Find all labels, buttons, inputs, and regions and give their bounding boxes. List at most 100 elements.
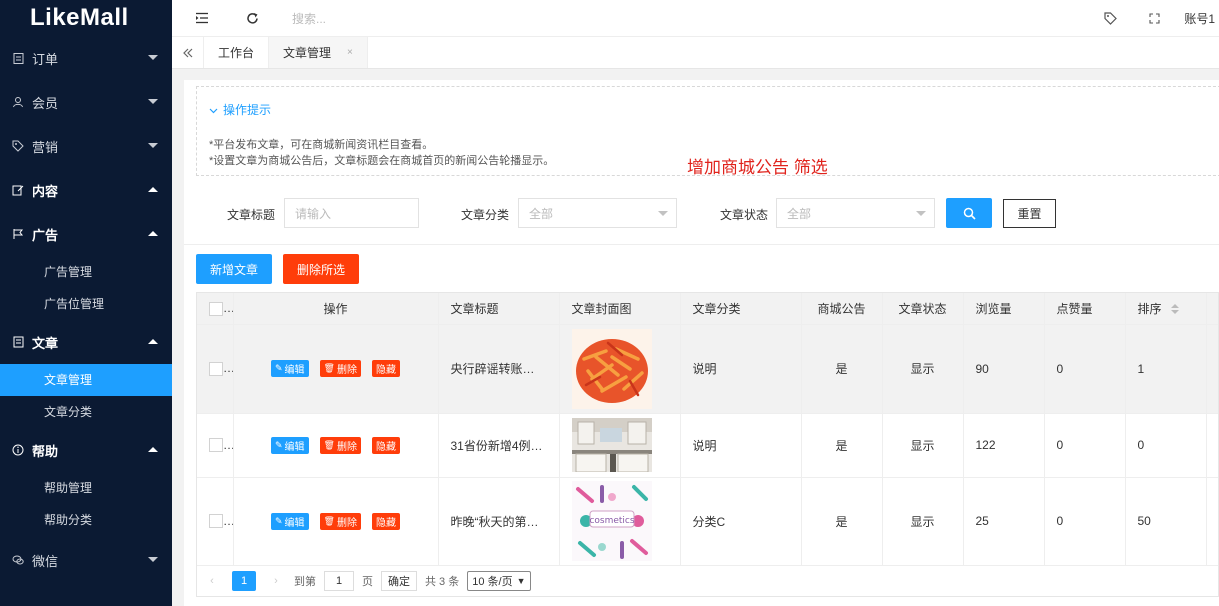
goto-prefix: 到第: [294, 576, 316, 588]
row-checkbox[interactable]: [209, 514, 223, 529]
select-all-checkbox[interactable]: [209, 301, 223, 316]
topbar-right: 账号1: [1088, 0, 1219, 36]
hide-button[interactable]: 隐藏: [371, 512, 400, 530]
top-search-input[interactable]: 搜索...: [292, 10, 326, 27]
sidebar-subitem-help-manage[interactable]: 帮助管理: [0, 472, 172, 504]
reset-button[interactable]: 重置: [1003, 199, 1056, 228]
add-article-button[interactable]: 新增文章: [196, 254, 273, 284]
tab-article-manage[interactable]: 文章管理 ×: [269, 37, 368, 68]
sidebar-item-members[interactable]: 会员: [0, 80, 172, 124]
goto-page-input[interactable]: 1: [324, 571, 354, 591]
sort-icon[interactable]: [1170, 303, 1179, 317]
tips-text: *平台发布文章，可在商城新闻资讯栏目查看。 *设置文章为商城公告后，文章标题会在…: [209, 137, 554, 169]
caret-down-icon: [148, 99, 158, 104]
views-cell: 90: [963, 324, 1045, 414]
pencil-icon: ✎: [275, 515, 283, 526]
sidebar-subitem-ad-position[interactable]: 广告位管理: [0, 288, 172, 320]
menu-fold-icon[interactable]: [182, 0, 222, 36]
likes-cell: 0: [1044, 413, 1126, 478]
overflow-cell: [1206, 477, 1218, 566]
notice-cell: 是: [801, 413, 883, 478]
column-header: 浏览量: [963, 293, 1045, 325]
sidebar-item-wechat[interactable]: 微信: [0, 538, 172, 582]
sort-column-header[interactable]: 排序: [1125, 293, 1207, 325]
caret-up-icon: [148, 231, 158, 236]
caret-down-icon: [916, 211, 926, 216]
column-header: 文章状态: [882, 293, 964, 325]
edit-icon: [12, 184, 24, 196]
tips-toggle[interactable]: 操作提示: [209, 101, 271, 118]
edit-label: 编辑: [284, 365, 305, 376]
sidebar-item-label: 帮助: [32, 443, 59, 459]
status-filter-label: 文章状态: [720, 208, 769, 222]
refresh-icon[interactable]: [232, 0, 272, 36]
cover-cell: cosmetics: [559, 477, 681, 566]
sidebar-item-help[interactable]: 帮助: [0, 428, 172, 472]
edit-button[interactable]: ✎ 编辑: [271, 436, 309, 454]
sidebar-item-ads[interactable]: 广告: [0, 212, 172, 256]
column-header-overflow: [1206, 293, 1218, 325]
tag-icon[interactable]: [1088, 0, 1132, 36]
delete-label: 删除: [336, 365, 357, 376]
caret-down-icon: [148, 55, 158, 60]
overflow-cell: [1206, 324, 1218, 414]
column-header: 文章分类: [680, 293, 802, 325]
sidebar-item-orders[interactable]: 订单: [0, 36, 172, 80]
fullscreen-icon[interactable]: [1132, 0, 1176, 36]
close-icon[interactable]: ×: [347, 47, 353, 58]
column-header: 文章标题: [438, 293, 560, 325]
caret-up-icon: [148, 447, 158, 452]
caret-up-icon: [148, 339, 158, 344]
sidebar-subitem-ad-manage[interactable]: 广告管理: [0, 256, 172, 288]
sidebar-item-articles[interactable]: 文章: [0, 320, 172, 364]
status-filter-select[interactable]: 全部: [776, 198, 935, 228]
cover-cell: [559, 413, 681, 478]
hide-button[interactable]: 隐藏: [371, 360, 400, 377]
select-all-cell: [197, 293, 234, 325]
sidebar-item-marketing[interactable]: 营销: [0, 124, 172, 168]
current-page[interactable]: 1: [232, 571, 256, 591]
goto-confirm-button[interactable]: 确定: [381, 571, 417, 591]
views-cell: 122: [963, 413, 1045, 478]
table-header-row: 操作 文章标题 文章封面图 文章分类 商城公告 文章状态 浏览量 点赞量 排序: [197, 293, 1218, 325]
edit-button[interactable]: ✎ 编辑: [271, 360, 309, 377]
chevron-down-icon: ▼: [516, 576, 526, 586]
sidebar-subitem-article-manage[interactable]: 文章管理: [0, 364, 172, 396]
table-row: ✎ 编辑 🗑 删除 隐藏 31省份新增4例… 说明 是 显示 122 0 0: [197, 413, 1218, 478]
sidebar-item-content[interactable]: 内容: [0, 168, 172, 212]
sidebar-item-label: 广告: [32, 227, 59, 243]
account-name[interactable]: 账号1: [1176, 10, 1219, 27]
search-button[interactable]: [946, 198, 992, 228]
category-filter-select[interactable]: 全部: [518, 198, 677, 228]
table-row: ✎ 编辑 🗑 删除 隐藏 昨晚“秋天的第一… cosmetics 分类C 是 显…: [197, 477, 1218, 566]
page-size-select[interactable]: 10 条/页 ▼: [467, 571, 531, 591]
sidebar-subitem-article-category[interactable]: 文章分类: [0, 396, 172, 428]
delete-button[interactable]: 🗑 删除: [319, 512, 361, 530]
kitchen-image: [571, 418, 652, 472]
likes-cell: 0: [1044, 324, 1126, 414]
row-select-cell: [197, 324, 234, 414]
prev-page-icon[interactable]: ‹: [202, 575, 222, 587]
delete-selected-button[interactable]: 删除所选: [283, 254, 360, 284]
next-page-icon[interactable]: ›: [266, 575, 286, 587]
delete-button[interactable]: 🗑 删除: [319, 360, 361, 377]
trash-icon: 🗑: [323, 439, 335, 450]
sort-cell: 1: [1125, 324, 1207, 414]
edit-label: 编辑: [284, 517, 305, 529]
goto-suffix: 页: [362, 576, 373, 588]
trash-icon: 🗑: [323, 363, 335, 373]
row-select-cell: [197, 413, 234, 478]
red-annotation: 增加商城公告 筛选: [687, 158, 828, 177]
row-checkbox[interactable]: [209, 438, 223, 453]
category-cell: 说明: [680, 413, 802, 478]
tabs-bar: 工作台 文章管理 ×: [172, 36, 1219, 69]
double-chevron-left-icon[interactable]: [172, 37, 204, 68]
title-filter-input[interactable]: 请输入: [284, 198, 419, 228]
delete-button[interactable]: 🗑 删除: [319, 436, 361, 454]
sidebar-subitem-help-category[interactable]: 帮助分类: [0, 504, 172, 536]
row-checkbox[interactable]: [209, 361, 223, 376]
hide-button[interactable]: 隐藏: [371, 436, 400, 454]
sort-cell: 0: [1125, 413, 1207, 478]
edit-button[interactable]: ✎ 编辑: [271, 512, 309, 530]
tab-workbench[interactable]: 工作台: [204, 37, 270, 68]
